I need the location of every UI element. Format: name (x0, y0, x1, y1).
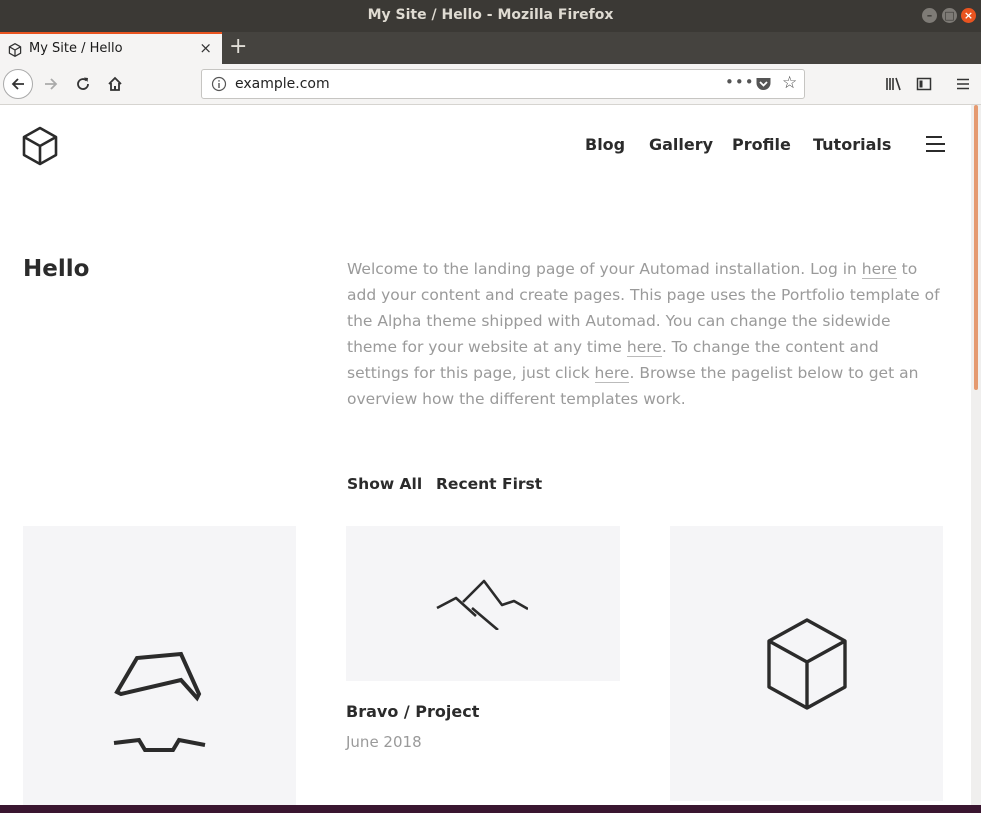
login-link[interactable]: here (861, 260, 897, 279)
window-title: My Site / Hello - Mozilla Firefox (367, 7, 614, 23)
sidebar-button[interactable] (910, 70, 938, 98)
nav-blog[interactable]: Blog (585, 135, 625, 154)
home-icon (108, 76, 122, 91)
card-title[interactable]: Bravo / Project (346, 702, 479, 721)
forward-button[interactable] (37, 70, 65, 98)
face-icon (113, 651, 206, 752)
page-card[interactable] (23, 526, 296, 806)
back-arrow-icon (11, 78, 24, 90)
address-bar[interactable]: example.com ••• ☆ (201, 69, 805, 99)
scrollbar-thumb[interactable] (974, 105, 978, 390)
minimize-button[interactable]: – (922, 8, 937, 23)
mountain-icon (436, 579, 528, 630)
close-window-button[interactable]: × (961, 8, 976, 23)
back-button[interactable] (3, 69, 33, 99)
tab-close-icon[interactable]: × (199, 39, 212, 57)
window-titlebar: My Site / Hello - Mozilla Firefox – □ × (0, 0, 981, 32)
page-card[interactable] (670, 526, 943, 801)
filter-show-all[interactable]: Show All (347, 475, 422, 493)
desktop-taskbar (0, 805, 981, 813)
tab-label: My Site / Hello (29, 41, 123, 56)
navigation-toolbar: example.com ••• ☆ (0, 64, 981, 105)
site-info-icon[interactable] (211, 76, 227, 96)
tab-bar: My Site / Hello × + (0, 32, 981, 64)
cube-icon (767, 618, 847, 710)
new-tab-button[interactable]: + (229, 34, 247, 59)
pocket-icon[interactable] (755, 76, 772, 96)
sidebar-icon (916, 77, 932, 91)
page-title: Hello (23, 256, 90, 282)
page-scrollbar[interactable] (971, 105, 981, 805)
sort-recent-first[interactable]: Recent First (436, 475, 542, 493)
url-text[interactable]: example.com (235, 76, 330, 92)
bookmark-star-icon[interactable]: ☆ (782, 73, 797, 93)
maximize-button[interactable]: □ (942, 8, 957, 23)
reload-button[interactable] (69, 70, 97, 98)
page-settings-link[interactable]: here (594, 364, 630, 383)
intro-text: Welcome to the landing page of your Auto… (347, 260, 940, 408)
card-date: June 2018 (346, 733, 422, 751)
reload-icon (77, 77, 89, 90)
theme-link[interactable]: here (626, 338, 662, 357)
tab-active[interactable]: My Site / Hello × (0, 32, 222, 64)
nav-gallery[interactable]: Gallery (649, 135, 713, 154)
page-actions-icon[interactable]: ••• (725, 73, 755, 91)
hamburger-menu-icon (957, 78, 969, 90)
forward-arrow-icon (45, 78, 58, 90)
nav-tutorials[interactable]: Tutorials (813, 135, 891, 154)
library-button[interactable] (880, 70, 908, 98)
cube-favicon-icon (8, 42, 22, 61)
page-card-image[interactable] (346, 526, 620, 681)
page-viewport: Blog Gallery Profile Tutorials Hello Wel… (0, 105, 981, 806)
site-menu-icon[interactable] (926, 136, 945, 157)
site-logo-cube-icon[interactable] (22, 126, 58, 170)
open-menu-button[interactable] (949, 70, 977, 98)
library-icon (886, 77, 901, 91)
home-button[interactable] (101, 70, 129, 98)
nav-profile[interactable]: Profile (732, 135, 791, 154)
